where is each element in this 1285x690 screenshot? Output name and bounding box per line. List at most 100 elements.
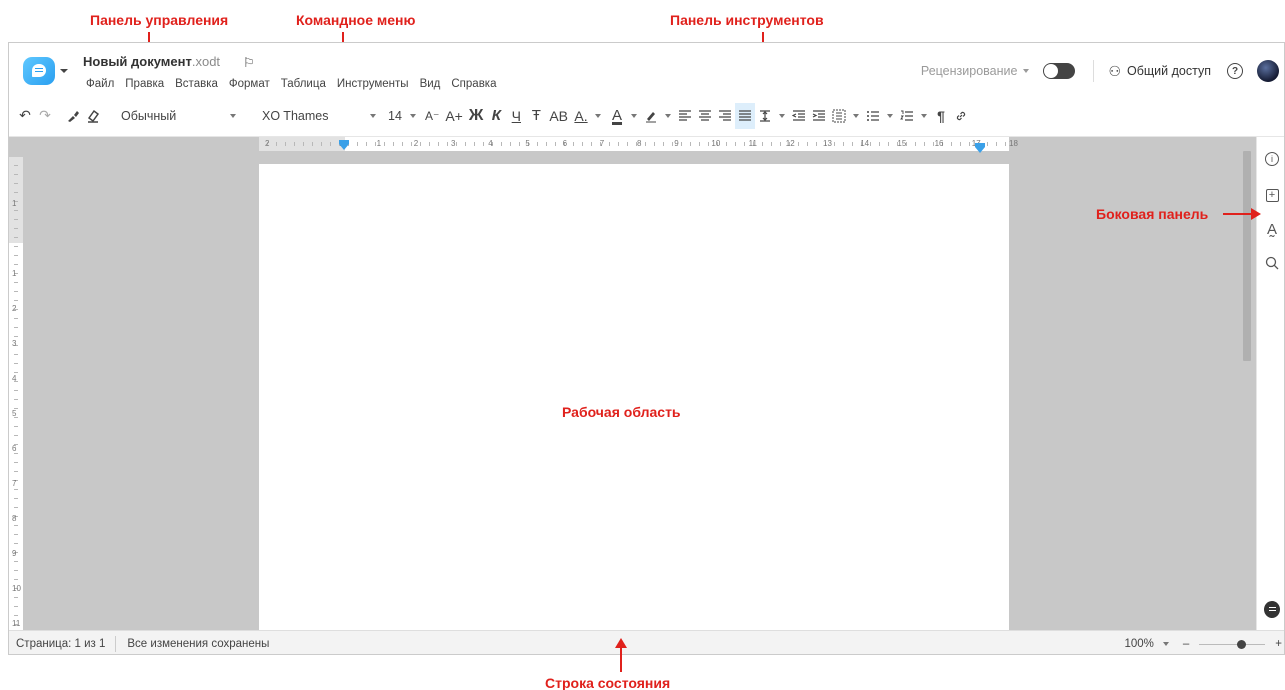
chevron-down-icon[interactable] bbox=[921, 113, 928, 118]
font-size-value: 14 bbox=[388, 108, 402, 123]
increase-font-button[interactable]: A+ bbox=[442, 103, 466, 129]
paragraph-style-select[interactable]: Обычный bbox=[113, 103, 248, 129]
menu-table[interactable]: Таблица bbox=[281, 78, 326, 90]
numbered-list-icon[interactable] bbox=[897, 103, 917, 129]
help-icon[interactable]: ? bbox=[1227, 63, 1243, 79]
align-center-icon[interactable] bbox=[695, 103, 715, 129]
chevron-down-icon[interactable] bbox=[1162, 642, 1169, 646]
vertical-ruler[interactable]: 1 1 2 3 4 5 6 7 8 9 10 11 bbox=[9, 157, 23, 630]
decrease-font-button[interactable]: A⁻ bbox=[422, 103, 442, 129]
chevron-down-icon[interactable] bbox=[595, 113, 602, 118]
pilcrow-button[interactable]: ¶ bbox=[931, 103, 951, 129]
chevron-down-icon[interactable] bbox=[779, 113, 786, 118]
menu-edit[interactable]: Правка bbox=[125, 78, 164, 90]
review-dropdown[interactable]: Рецензирование bbox=[921, 64, 1018, 78]
underline-button[interactable]: Ч bbox=[506, 103, 526, 129]
undo-button[interactable]: ↶ bbox=[15, 103, 35, 129]
search-icon[interactable] bbox=[1264, 255, 1280, 271]
bullet-list-icon[interactable] bbox=[863, 103, 883, 129]
ruler-label: 2 bbox=[413, 139, 419, 148]
document-title[interactable]: Новый документ.xodt bbox=[83, 54, 220, 69]
ruler-label: 8 bbox=[12, 514, 17, 523]
ruler-label: 3 bbox=[12, 339, 17, 348]
page-counter[interactable]: Страница: 1 из 1 bbox=[9, 638, 115, 650]
users-icon[interactable]: ⚇ bbox=[1108, 63, 1121, 80]
font-color-button[interactable]: A bbox=[607, 103, 627, 129]
insert-icon[interactable]: + bbox=[1264, 187, 1280, 203]
annotation-toolbar: Панель инструментов bbox=[670, 12, 824, 28]
strikethrough-button[interactable]: Ŧ bbox=[526, 103, 546, 129]
horizontal-ruler[interactable]: 21123456789101112131415161718 bbox=[259, 137, 1018, 153]
zoom-out-button[interactable]: – bbox=[1183, 638, 1189, 650]
header-actions: Рецензирование ⚇ Общий доступ ? bbox=[921, 57, 1284, 85]
flag-icon[interactable]: ⚐ bbox=[243, 55, 255, 71]
chevron-down-icon[interactable] bbox=[631, 113, 638, 118]
ruler-label: 9 bbox=[674, 139, 679, 148]
align-left-icon[interactable] bbox=[675, 103, 695, 129]
share-button[interactable]: Общий доступ bbox=[1127, 64, 1211, 78]
ruler-label: 4 bbox=[488, 139, 493, 148]
ruler-label: 16 bbox=[934, 139, 944, 148]
info-icon[interactable]: i bbox=[1264, 151, 1280, 167]
scrollbar-thumb[interactable] bbox=[1243, 151, 1251, 361]
italic-button[interactable]: К bbox=[486, 103, 506, 129]
annotation-command-menu: Командное меню bbox=[296, 12, 416, 28]
menu-view[interactable]: Вид bbox=[420, 78, 441, 90]
ruler-label: 3 bbox=[451, 139, 456, 148]
zoom-value[interactable]: 100% bbox=[1124, 638, 1153, 650]
ruler-label: 5 bbox=[525, 139, 530, 148]
chevron-down-icon[interactable] bbox=[887, 113, 894, 118]
review-toggle[interactable] bbox=[1043, 63, 1076, 79]
save-status: Все изменения сохранены bbox=[127, 637, 270, 650]
editor-window: Новый документ.xodt ⚐ Файл Правка Вставк… bbox=[8, 42, 1285, 655]
menu-file[interactable]: Файл bbox=[86, 78, 114, 90]
font-name-select[interactable]: XO Thames bbox=[254, 103, 384, 129]
menu-help[interactable]: Справка bbox=[451, 78, 496, 90]
annotation-workspace: Рабочая область bbox=[562, 404, 681, 420]
increase-indent-icon[interactable] bbox=[809, 103, 829, 129]
caps-button[interactable]: АВ bbox=[546, 103, 571, 129]
ruler-label: 14 bbox=[860, 139, 870, 148]
ruler-label: 12 bbox=[785, 139, 795, 148]
vertical-scrollbar[interactable] bbox=[1243, 151, 1251, 630]
zoom-slider[interactable] bbox=[1199, 639, 1266, 649]
link-icon[interactable] bbox=[951, 103, 971, 129]
zoom-controls: 100% – + bbox=[1124, 631, 1284, 654]
chat-icon[interactable] bbox=[1264, 600, 1280, 618]
zoom-in-button[interactable]: + bbox=[1275, 638, 1282, 650]
ruler-label: 15 bbox=[897, 139, 907, 148]
workspace[interactable]: 21123456789101112131415161718 1123456789… bbox=[9, 137, 1256, 630]
chevron-down-icon[interactable] bbox=[60, 69, 68, 73]
format-painter-icon[interactable] bbox=[63, 103, 83, 129]
zoom-slider-knob[interactable] bbox=[1237, 639, 1247, 649]
avatar[interactable] bbox=[1257, 60, 1279, 82]
document-page[interactable] bbox=[259, 164, 1009, 630]
line-spacing-icon[interactable] bbox=[755, 103, 775, 129]
ruler-label: 10 bbox=[12, 584, 21, 593]
right-indent-marker[interactable] bbox=[975, 143, 985, 153]
decrease-indent-icon[interactable] bbox=[789, 103, 809, 129]
chevron-down-icon[interactable] bbox=[1023, 69, 1030, 73]
font-size-select[interactable]: 14 bbox=[386, 103, 422, 129]
eraser-icon[interactable] bbox=[83, 103, 103, 129]
bold-button[interactable]: Ж bbox=[466, 103, 486, 129]
sub-superscript-button[interactable]: A. bbox=[571, 103, 591, 129]
divider bbox=[1093, 60, 1095, 82]
app-logo[interactable] bbox=[23, 57, 55, 85]
ruler-label: 7 bbox=[599, 139, 605, 148]
align-right-icon[interactable] bbox=[715, 103, 735, 129]
redo-button[interactable]: ↷ bbox=[35, 103, 55, 129]
text-style-icon[interactable]: A̰ bbox=[1264, 221, 1280, 238]
ruler-label: 1 bbox=[376, 139, 382, 148]
toolbar: ↶ ↷ Обычный XO Thames 14 A⁻ A+ Ж К Ч Ŧ А… bbox=[9, 95, 1284, 137]
paragraph-borders-icon[interactable] bbox=[829, 103, 849, 129]
chevron-down-icon[interactable] bbox=[853, 113, 860, 118]
chevron-down-icon[interactable] bbox=[665, 113, 672, 118]
menu-format[interactable]: Формат bbox=[229, 78, 270, 90]
menu-insert[interactable]: Вставка bbox=[175, 78, 218, 90]
align-justify-icon[interactable] bbox=[735, 102, 756, 129]
menu-tools[interactable]: Инструменты bbox=[337, 78, 409, 90]
highlight-icon[interactable] bbox=[641, 103, 661, 129]
ruler-label: 18 bbox=[1009, 139, 1018, 148]
font-name-value: XO Thames bbox=[262, 108, 329, 123]
